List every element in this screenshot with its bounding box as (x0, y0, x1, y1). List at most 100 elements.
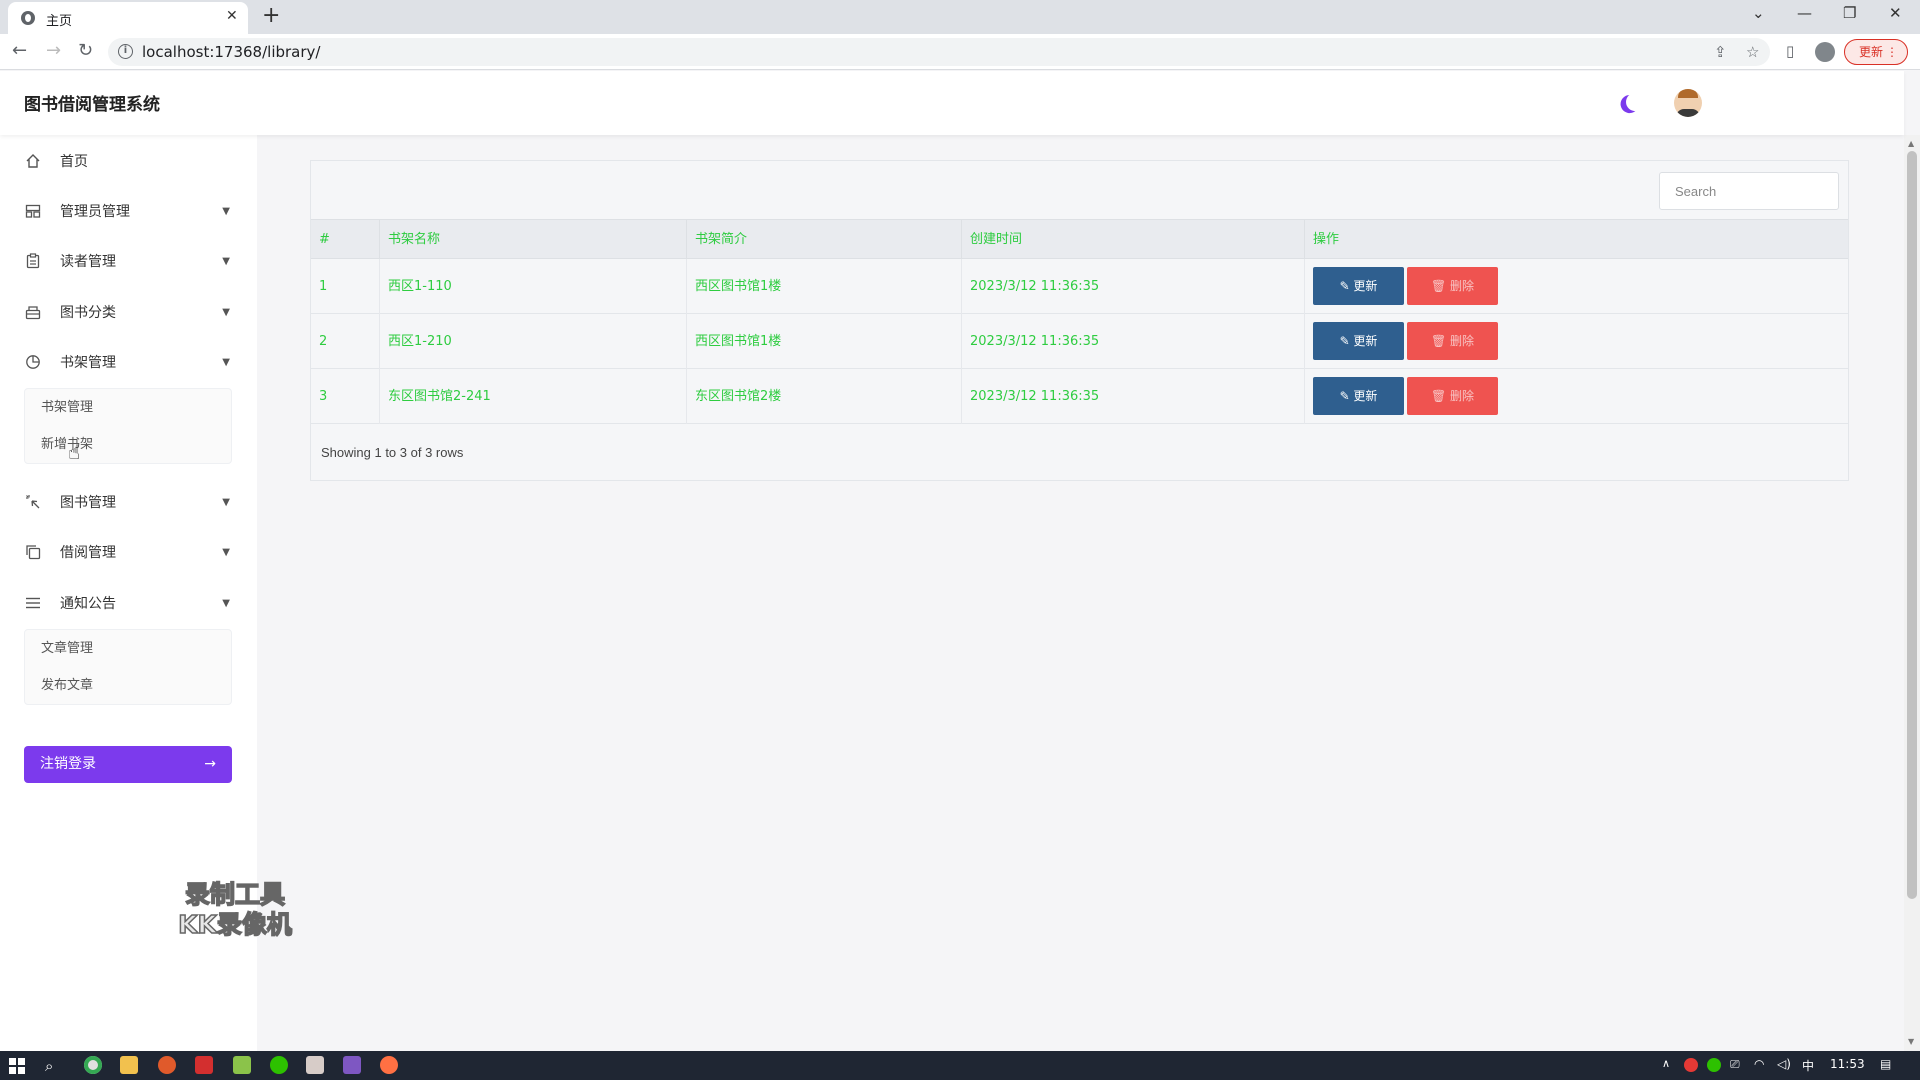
logout-button[interactable]: 注销登录 → (24, 746, 232, 783)
scroll-up-icon[interactable]: ▲ (1908, 139, 1914, 148)
submenu-shelf-list[interactable]: 书架管理 (25, 389, 231, 426)
search-icon[interactable]: ⌕ (45, 1057, 63, 1075)
shelf-table-panel: # 书架名称 书架简介 创建时间 操作 1 西区1-110 西区图书馆1楼 20… (310, 160, 1849, 481)
reader-icon (24, 252, 42, 270)
notepad-icon[interactable] (306, 1056, 324, 1074)
tab-search-icon[interactable]: ⌄ (1752, 4, 1765, 22)
browser-tab[interactable]: 主页 ✕ (8, 2, 248, 34)
recorder-app-icon[interactable] (380, 1056, 398, 1074)
sidebar-item-books[interactable]: 图书管理 ▼ (24, 489, 234, 515)
url-text[interactable]: localhost:17368/library/ (142, 43, 320, 61)
wechat-icon[interactable] (270, 1056, 288, 1074)
windows-taskbar: ⌕ ∧ ⎚ ◠ ◁) 中 11:53 ▤ (0, 1051, 1920, 1080)
restore-button[interactable]: ❐ (1843, 4, 1856, 22)
table-header: # 书架名称 书架简介 创建时间 操作 (311, 219, 1848, 260)
pagination-info: Showing 1 to 3 of 3 rows (321, 445, 464, 460)
bookmark-star-icon[interactable]: ☆ (1746, 43, 1759, 61)
user-avatar[interactable] (1674, 89, 1702, 117)
snipping-tool-icon[interactable] (233, 1056, 251, 1074)
sidebar-item-label: 图书管理 (60, 495, 116, 511)
tray-network-icon[interactable]: ⎚ (1730, 1057, 1740, 1072)
sidebar-item-admin[interactable]: 管理员管理 ▼ (24, 198, 234, 224)
chevron-down-icon: ▼ (222, 356, 230, 368)
notification-icon[interactable]: ▤ (1880, 1057, 1891, 1071)
shelf-submenu: 书架管理 新增书架 (24, 388, 232, 464)
table-row: 2 西区1-210 西区图书馆1楼 2023/3/12 11:36:35 ✎ 更… (311, 314, 1848, 369)
delete-button[interactable]: 🗑 删除 (1407, 267, 1498, 305)
site-info-icon[interactable]: i (118, 44, 133, 59)
back-icon[interactable]: ← (12, 40, 27, 61)
search-input[interactable] (1659, 172, 1839, 210)
scrollbar-thumb[interactable] (1907, 151, 1917, 899)
update-label: 更新 (1859, 45, 1884, 59)
ime-indicator[interactable]: 中 (1802, 1057, 1814, 1074)
submenu-add-shelf[interactable]: 新增书架 (25, 426, 231, 463)
update-button[interactable]: ✎ 更新 (1313, 322, 1404, 360)
share-icon[interactable]: ⇪ (1714, 43, 1727, 61)
brand-title: 图书借阅管理系统 (24, 95, 160, 115)
shelf-icon (24, 353, 42, 371)
update-button[interactable]: ✎ 更新 (1313, 377, 1404, 415)
chrome-taskbar-icon[interactable] (84, 1056, 102, 1074)
update-button[interactable]: ✎ 更新 (1313, 267, 1404, 305)
more-menu-icon: ⋮ (1886, 45, 1898, 59)
taskbar-clock[interactable]: 11:53 (1830, 1057, 1865, 1071)
new-tab-button[interactable]: + (262, 3, 280, 28)
column-header-index[interactable]: # (311, 220, 380, 260)
file-explorer-icon[interactable] (120, 1056, 138, 1074)
mouse-pointer-icon: ☝ (68, 440, 81, 464)
home-icon (24, 152, 42, 170)
profile-icon[interactable] (1815, 42, 1835, 62)
sidebar-item-borrowing[interactable]: 借阅管理 ▼ (24, 539, 234, 565)
side-panel-icon[interactable]: ▯ (1786, 42, 1794, 60)
submenu-article-list[interactable]: 文章管理 (25, 630, 231, 667)
address-bar[interactable]: i localhost:17368/library/ ⇪ ☆ (108, 38, 1770, 66)
tray-security-icon[interactable] (1684, 1058, 1698, 1072)
cell-name: 西区1-110 (380, 259, 687, 314)
cell-desc: 西区图书馆1楼 (687, 314, 962, 369)
delete-button[interactable]: 🗑 删除 (1407, 377, 1498, 415)
sidebar-item-shelves[interactable]: 书架管理 ▼ (24, 349, 234, 375)
sidebar-item-home[interactable]: 首页 (24, 148, 234, 174)
sidebar-item-categories[interactable]: 图书分类 ▼ (24, 299, 234, 325)
page-scrollbar[interactable]: ▲ ▼ (1904, 135, 1920, 1051)
sidebar-item-label: 读者管理 (60, 254, 116, 270)
dark-mode-moon-icon[interactable] (1625, 92, 1646, 113)
submenu-publish-article[interactable]: 发布文章 (25, 667, 231, 704)
cell-index: 1 (311, 259, 380, 314)
wps-icon[interactable] (195, 1056, 213, 1074)
chevron-down-icon: ▼ (222, 546, 230, 558)
tray-volume-icon[interactable]: ◁) (1777, 1057, 1791, 1071)
recorder-watermark: 录制工具 KK录像机 (150, 879, 320, 940)
windows-start-icon[interactable] (9, 1058, 25, 1074)
column-header-created[interactable]: 创建时间 (962, 220, 1305, 260)
sidebar-item-label: 书架管理 (60, 355, 116, 371)
cell-created: 2023/3/12 11:36:35 (962, 314, 1305, 369)
visual-studio-icon[interactable] (343, 1056, 361, 1074)
sidebar-item-notices[interactable]: 通知公告 ▼ (24, 590, 234, 616)
minimize-button[interactable]: — (1797, 4, 1812, 22)
tab-title: 主页 (46, 14, 73, 29)
forward-icon[interactable]: → (46, 40, 61, 61)
column-header-name[interactable]: 书架名称 (380, 220, 687, 260)
cell-desc: 西区图书馆1楼 (687, 259, 962, 314)
close-tab-icon[interactable]: ✕ (226, 8, 238, 24)
tray-wifi-icon[interactable]: ◠ (1754, 1057, 1764, 1071)
delete-button[interactable]: 🗑 删除 (1407, 322, 1498, 360)
tray-expand-icon[interactable]: ∧ (1662, 1057, 1670, 1070)
reload-icon[interactable]: ↻ (78, 40, 93, 61)
arrow-right-icon: → (204, 756, 216, 772)
category-icon (24, 303, 42, 321)
notice-icon (24, 594, 42, 612)
chevron-down-icon: ▼ (222, 205, 230, 217)
tray-wechat-icon[interactable] (1707, 1058, 1721, 1072)
sidebar-item-readers[interactable]: 读者管理 ▼ (24, 248, 234, 274)
search-app-icon[interactable] (158, 1056, 176, 1074)
scroll-down-icon[interactable]: ▼ (1908, 1037, 1914, 1046)
column-header-actions: 操作 (1313, 232, 1340, 247)
sidebar-item-label: 借阅管理 (60, 545, 116, 561)
chrome-update-button[interactable]: 更新 ⋮ (1844, 39, 1908, 65)
close-window-button[interactable]: ✕ (1889, 4, 1902, 22)
sidebar-item-label: 管理员管理 (60, 204, 130, 220)
column-header-desc[interactable]: 书架简介 (687, 220, 962, 260)
